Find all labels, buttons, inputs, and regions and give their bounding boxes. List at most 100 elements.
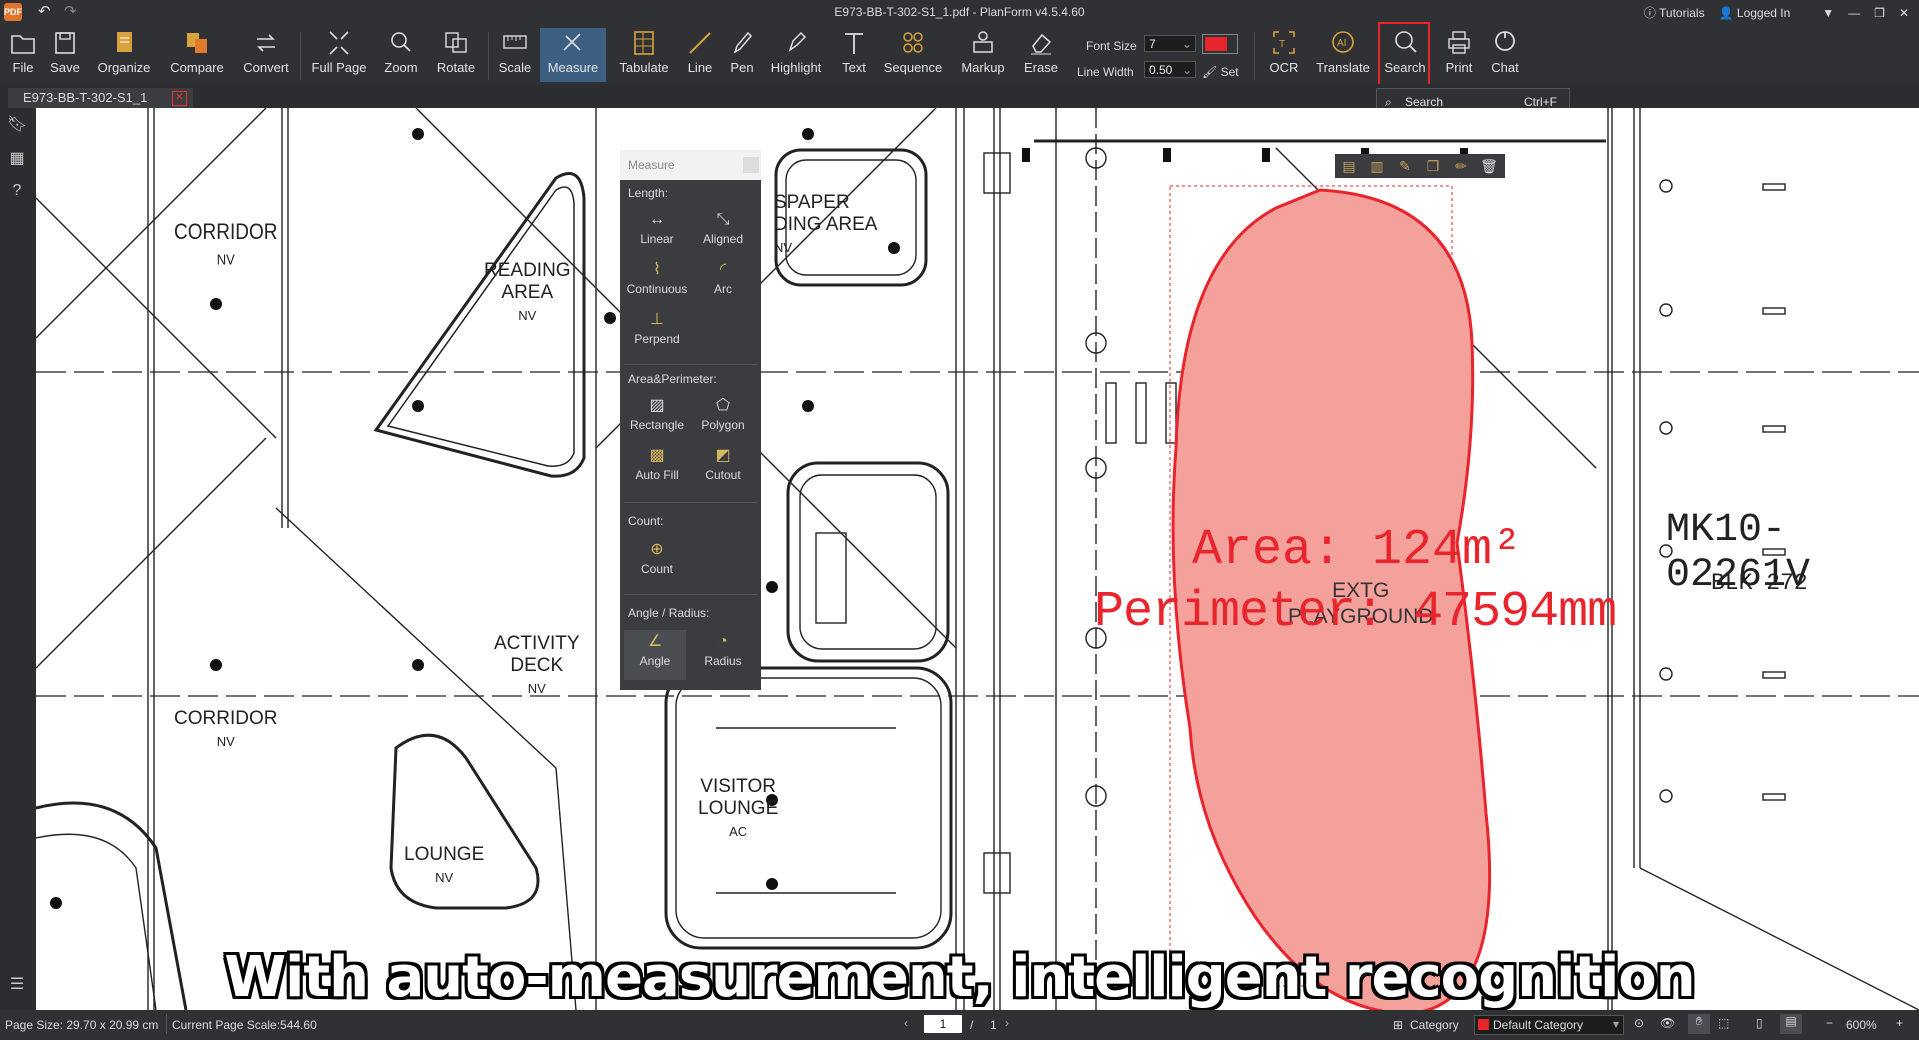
convert-button[interactable]: Convert [240,28,292,82]
close-window-icon[interactable]: ✕ [1899,6,1909,20]
page-number-input[interactable]: 1 [924,1015,962,1033]
count-label: Count [640,562,674,576]
hatch-icon[interactable]: ▥ [1367,156,1387,176]
hand-tool-icon[interactable]: ✋︎ [1688,1014,1710,1034]
trash-icon[interactable]: 🗑︎ [1479,156,1499,176]
login-status[interactable]: 👤 Logged In [1719,6,1791,20]
zoom-out-icon[interactable]: − [1826,1016,1833,1030]
color-picker[interactable] [1202,34,1238,54]
angle-section-label: Angle / Radius: [628,606,710,620]
radius-tool[interactable]: ◔ Radius [692,630,754,676]
arc-tool[interactable]: ◜ Arc [692,258,754,304]
rotate-label: Rotate [436,60,476,75]
label-text: ACTIVITY [494,633,580,654]
copy-icon[interactable]: ❐ [1423,156,1443,176]
auto-fill-tool[interactable]: ▩ Auto Fill [626,444,688,490]
zoom-in-icon[interactable]: + [1896,1016,1903,1030]
cutout-tool[interactable]: ◩ Cutout [692,444,754,490]
polygon-tool[interactable]: ⬠ Polygon [692,394,754,440]
tutorials-link[interactable]: ⓘ Tutorials [1644,4,1705,21]
zoom-button[interactable]: Zoom [382,28,420,82]
window-title: E973-BB-T-302-S1_1.pdf - PlanForm v4.5.4… [834,5,1085,19]
continuous-page-icon[interactable]: ▤ [1780,1014,1802,1034]
minimize-icon[interactable]: — [1848,6,1860,20]
dropdown-icon[interactable]: ▼ [1822,6,1834,20]
maximize-icon[interactable]: ❐ [1874,6,1885,20]
next-page-icon[interactable]: › [1005,1016,1009,1030]
sequence-button[interactable]: Sequence [880,28,946,82]
folder-icon [11,35,35,54]
login-label: Logged In [1736,5,1791,20]
translate-label: Translate [1316,60,1370,75]
zoom-fit-icon[interactable]: ⊙ [1634,1016,1644,1030]
aligned-tool[interactable]: ⤡ Aligned [692,208,754,254]
measure-panel: Measure Length: ↔ Linear ⤡ Aligned ⌇ Contin… [620,150,761,690]
single-page-icon[interactable]: ▯ [1756,1016,1763,1030]
translate-button[interactable]: AI Translate [1314,28,1372,82]
eye-icon[interactable]: 👁︎ [1660,1016,1675,1030]
area-section-label: Area&Perimeter: [628,372,717,386]
set-button[interactable]: 🖌 Set [1202,65,1239,79]
erase-button[interactable]: Erase [1022,28,1060,82]
pencil-icon[interactable]: ✏ [1451,156,1471,176]
zoom-level[interactable]: 600% [1846,1018,1877,1032]
pen-button[interactable]: Pen [726,28,758,82]
linear-tool[interactable]: ↔ Linear [626,208,688,254]
chevron-down-icon: ⌄ [1181,37,1192,51]
prev-page-icon[interactable]: ‹ [904,1016,908,1030]
bookmark-icon[interactable]: 🔖︎ [7,114,27,134]
area-measurement-text[interactable]: Area: 124m² [1192,522,1522,579]
rotate-button[interactable]: Rotate [434,28,478,82]
help-icon[interactable]: ? [7,182,27,202]
perimeter-measurement-text[interactable]: Perimeter: 47594mm [1094,584,1617,641]
label-nv: NV [518,308,537,323]
angle-tool[interactable]: ∠ Angle [624,630,686,680]
compare-button[interactable]: Compare [166,28,228,82]
select-tool-icon[interactable]: ⬚ [1718,1016,1729,1030]
line-icon [689,32,711,54]
text-button[interactable]: Text [838,28,870,82]
tabulate-button[interactable]: Tabulate [616,28,672,82]
ocr-button[interactable]: T OCR [1266,28,1302,82]
font-size-select[interactable]: 7 ⌄ [1144,35,1196,52]
measure-button[interactable]: Measure [540,28,606,82]
chat-button[interactable]: Chat [1488,28,1522,82]
aligned-label: Aligned [702,232,744,246]
edit-vertex-icon[interactable]: ✎ [1395,156,1415,176]
label-text: DING AREA [774,214,878,235]
measure-panel-header: Measure [620,150,761,180]
line-width-select[interactable]: 0.50 ⌄ [1144,61,1196,78]
close-panel-icon[interactable] [743,157,759,173]
thumbnails-icon[interactable]: ▦ [7,148,27,168]
cutout-label: Cutout [705,468,741,482]
drawing-canvas[interactable]: CORRIDOR NV READING AREA NV SPAPER DING AREA… [36,108,1919,1010]
file-button[interactable]: File [6,28,40,82]
video-caption: With auto-measurement, intelligent recog… [224,945,1695,1010]
perpend-label: Perpend [634,332,680,346]
translate-icon: AI [1332,31,1354,53]
category-select[interactable]: Default Category ▾ [1474,1015,1624,1035]
rectangle-tool[interactable]: ▨ Rectangle [626,394,688,440]
sequence-label: Sequence [883,60,943,75]
line-button[interactable]: Line [684,28,716,82]
print-button[interactable]: Print [1440,28,1478,82]
save-button[interactable]: Save [48,28,82,82]
fill-icon[interactable]: ▤ [1339,156,1359,176]
font-size-label: Font Size [1086,39,1137,53]
file-label: File [12,60,34,75]
continuous-tool[interactable]: ⌇ Continuous [626,258,688,304]
linear-label: Linear [640,232,674,246]
close-tab-icon[interactable]: ✕ [172,91,187,106]
highlight-button[interactable]: Highlight [766,28,826,82]
full-page-button[interactable]: Full Page [310,28,368,82]
text-label: Text [842,60,866,75]
perpend-tool[interactable]: ⊥ Perpend [626,308,688,354]
chevron-down-icon: ▾ [1612,1017,1619,1031]
tab-document[interactable]: E973-BB-T-302-S1_1 ✕ [8,88,193,108]
organize-button[interactable]: Organize [96,28,152,82]
label-visitor-lounge: VISITOR LOUNGE AC [698,776,778,842]
count-tool[interactable]: ⊕ Count [626,538,688,584]
markup-button[interactable]: Markup [958,28,1008,82]
scale-button[interactable]: Scale [496,28,534,82]
radius-icon: ◔ [718,633,728,650]
